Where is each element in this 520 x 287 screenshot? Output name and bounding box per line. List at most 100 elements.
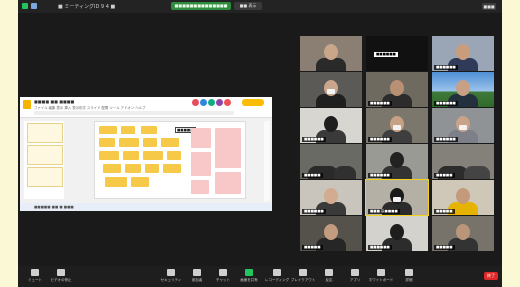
more-label: 詳細 <box>405 278 413 282</box>
security-button[interactable]: セキュリティ <box>158 268 184 286</box>
reactions-button[interactable]: 反応 <box>316 268 342 286</box>
participant-head <box>456 80 470 96</box>
view-options-button[interactable]: ■■ 表示 <box>234 2 262 10</box>
slide-thumbnail <box>27 145 63 165</box>
video-tile[interactable]: ■■■■■ <box>432 216 494 251</box>
camera-icon <box>57 269 65 276</box>
meeting-title: ■ ミーティングID 9 4 ■ <box>58 4 116 10</box>
participant-name: ■■■■■■ <box>368 101 392 106</box>
participant-name: ■■■■■■ <box>302 209 326 214</box>
slide-thumbnails <box>24 121 64 199</box>
chat-label: チャット <box>216 278 230 282</box>
sticky-note <box>123 151 139 160</box>
participant-name: ■■■■■■ <box>368 137 392 142</box>
sticky-note <box>99 151 119 160</box>
grid-icon <box>299 269 307 276</box>
participant-name: ■■■■■ <box>434 173 455 178</box>
pink-note <box>215 128 241 168</box>
video-tile[interactable]: ■■■■■■ <box>366 144 428 179</box>
participant-name: ■■■■■ <box>434 209 455 214</box>
video-tile[interactable]: ■■■■■■ <box>432 72 494 107</box>
video-tile[interactable]: ■■■■■■ <box>366 36 428 71</box>
apps-button[interactable]: アプリ <box>342 268 368 286</box>
participant-head <box>390 224 404 240</box>
share-screen-button[interactable]: 画面を共有 <box>236 268 262 286</box>
doc-title: ■■■■ ■■ ■■■■ <box>34 99 75 104</box>
participant-head <box>390 80 404 96</box>
pink-note <box>191 152 211 176</box>
video-tile[interactable]: ■■■■■ <box>432 144 494 179</box>
meeting-controls: ミュート ビデオの停止 セキュリティ 参加者 チャット 画面を共有 レコーディン… <box>18 266 502 287</box>
sticky-note <box>99 126 117 134</box>
video-tile[interactable]: ■■■■■■ <box>300 108 362 143</box>
shield-icon[interactable] <box>22 3 28 9</box>
sticky-note <box>143 138 157 147</box>
breakout-rooms-button[interactable]: ブレイクアウト <box>290 268 316 286</box>
participant-head <box>324 188 338 204</box>
sticky-note <box>163 164 181 173</box>
smiley-icon <box>325 269 333 276</box>
slide-thumbnail <box>27 167 63 187</box>
pink-note <box>215 172 241 194</box>
microphone-icon <box>31 269 39 276</box>
video-tile[interactable]: ■■■■■■ <box>366 108 428 143</box>
video-tile[interactable]: ■■■■■■ <box>432 108 494 143</box>
whiteboard-button[interactable]: ホワイトボード <box>368 268 394 286</box>
participant-name: ■■■■■■ <box>368 173 392 178</box>
people-icon <box>193 269 201 276</box>
video-tile[interactable]: ■■■■■ <box>300 216 362 251</box>
doc-header: ■■■■ ■■ ■■■■ ファイル 編集 表示 挿入 表示形式 スライド 配置 … <box>20 97 272 118</box>
participant-name: ■■■■■■ <box>434 101 458 106</box>
record-button[interactable]: レコーディング <box>264 268 290 286</box>
more-button[interactable]: 詳細 <box>396 268 422 286</box>
gallery-view-button[interactable]: ■■■ <box>482 3 496 10</box>
doc-side-panel <box>264 121 270 201</box>
video-tile[interactable]: ■■■■■■ <box>300 180 362 215</box>
info-icon[interactable] <box>31 3 37 9</box>
video-tile[interactable]: ■■■■■ <box>432 180 494 215</box>
participant-head <box>324 116 338 132</box>
chat-button[interactable]: チャット <box>210 268 236 286</box>
apps-label: アプリ <box>349 278 361 282</box>
participant-head <box>324 224 338 240</box>
video-label: ビデオの停止 <box>50 278 72 282</box>
participants-button[interactable]: 参加者 <box>184 268 210 286</box>
reactions-label: 反応 <box>325 278 333 282</box>
doc-status-bar: ■■■■■ ■■ ■ ■■■ <box>20 203 272 211</box>
sticky-note <box>121 126 135 134</box>
participant-head <box>456 188 470 204</box>
breakout-label: ブレイクアウト <box>290 278 316 282</box>
mute-button[interactable]: ミュート <box>22 268 48 286</box>
record-icon <box>273 269 281 276</box>
participant-name: ■■■■■■ <box>434 137 458 142</box>
doc-status-text: ■■■■■ ■■ ■ ■■■ <box>34 205 74 209</box>
face-mask <box>393 125 401 130</box>
video-tile[interactable]: ■■■■■■ <box>366 216 428 251</box>
end-meeting-button[interactable]: 終了 <box>484 272 498 280</box>
participant-head <box>456 224 470 240</box>
participant-name: ■■■■■ <box>302 173 323 178</box>
participant-gallery: ■■■■■■ ■■■■■■ ■■■■■■ ■■■■■■ ■■■■■■ ■■■■■… <box>300 36 500 251</box>
video-tile[interactable]: ■■■■■ <box>300 144 362 179</box>
zoom-window: ■ ミーティングID 9 4 ■ ■■■■■■■■■■■■■■ ■■ 表示 ■■… <box>18 0 502 287</box>
doc-toolbar <box>34 111 234 115</box>
participant-name: ■■■■■■ <box>302 137 326 142</box>
record-label: レコーディング <box>264 278 290 282</box>
stop-video-button[interactable]: ビデオの停止 <box>48 268 74 286</box>
participant-body <box>464 166 490 179</box>
video-tile[interactable] <box>300 36 362 71</box>
participant-head <box>324 44 338 60</box>
slides-logo-icon <box>23 100 31 109</box>
recording-indicator[interactable]: ■■■■■■■■■■■■■■ <box>171 2 231 10</box>
video-tile[interactable]: ■■■■■■ <box>432 36 494 71</box>
shared-screen[interactable]: ■■■■ ■■ ■■■■ ファイル 編集 表示 挿入 表示形式 スライド 配置 … <box>20 97 272 211</box>
video-tile[interactable] <box>300 72 362 107</box>
title-bar: ■ ミーティングID 9 4 ■ ■■■■■■■■■■■■■■ ■■ 表示 ■■… <box>18 0 502 13</box>
avatar <box>224 99 231 106</box>
active-speaker-tile[interactable]: ■■■ 高■■■■ <box>365 179 429 216</box>
avatar <box>216 99 223 106</box>
participant-name: ■■■■■ <box>434 245 455 250</box>
video-tile[interactable]: ■■■■■■ <box>366 72 428 107</box>
participant-head <box>390 152 404 168</box>
face-mask <box>327 89 335 94</box>
